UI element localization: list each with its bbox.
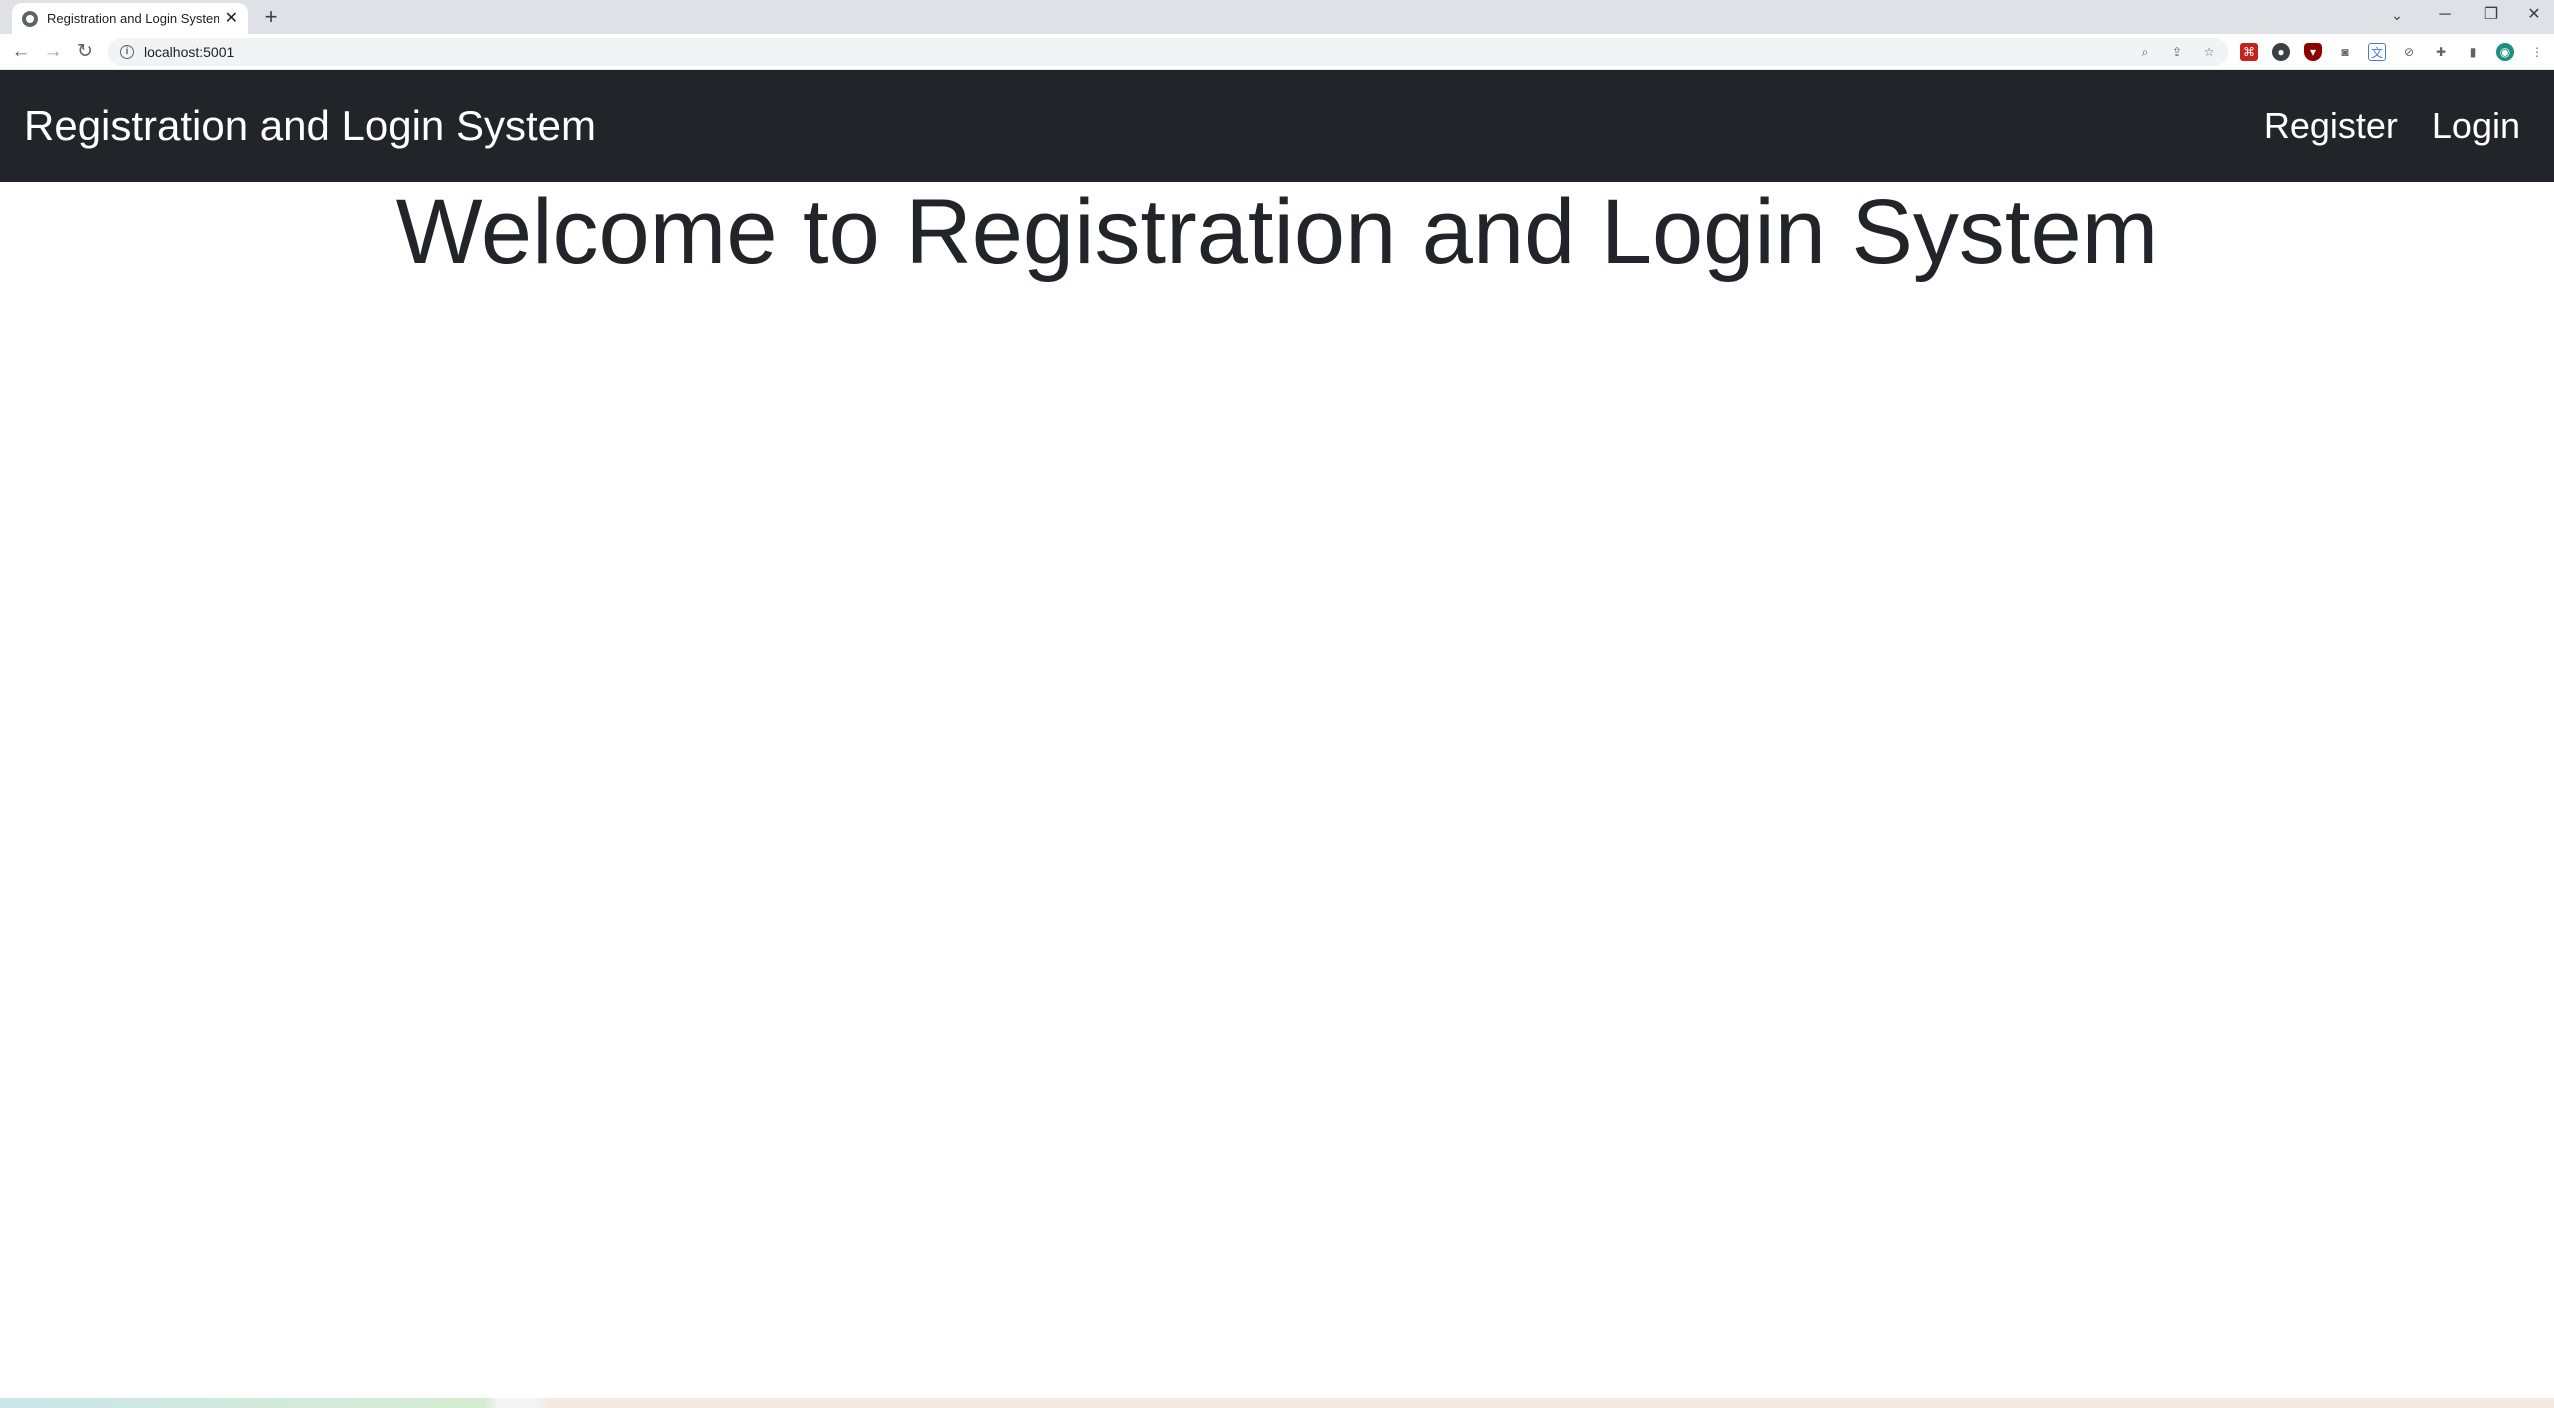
tab-close-icon[interactable]: ✕ [225,10,238,27]
app-navbar: Registration and Login System Register L… [0,70,2554,182]
extension-icon[interactable]: ● [2272,43,2290,61]
menu-kebab-icon[interactable]: ⋮ [2528,43,2546,61]
puzzle-extensions-icon[interactable]: ✚ [2432,43,2450,61]
ublock-extension-icon[interactable]: ▾ [2304,43,2322,61]
translate-extension-icon[interactable]: 文 [2368,43,2386,61]
back-button[interactable]: ← [8,39,34,65]
nav-links: Register Login [2264,70,2520,182]
close-window-button[interactable]: ✕ [2514,0,2554,30]
login-link[interactable]: Login [2432,105,2520,147]
navbar-brand[interactable]: Registration and Login System [24,70,596,182]
side-panel-icon[interactable]: ▮ [2464,43,2482,61]
extension-icon[interactable]: ⊘ [2400,43,2418,61]
url-text: localhost:5001 [144,44,235,60]
share-icon[interactable]: ⇪ [2168,43,2186,61]
bookmark-star-icon[interactable]: ☆ [2200,43,2218,61]
pdf-extension-icon[interactable]: ⌘ [2240,43,2258,61]
browser-tab-strip: Registration and Login System ✕ + ⌄ ─ ❐ … [0,0,2554,34]
forward-button[interactable]: → [40,39,66,65]
globe-icon [22,10,38,27]
minimize-button[interactable]: ─ [2422,0,2468,30]
profile-avatar-icon[interactable]: ◉ [2496,43,2514,61]
browser-toolbar: ← → ↻ i localhost:5001 ⌕ ⇪ ☆ ⌘ ● ▾ ◙ 文 ⊘… [0,34,2554,70]
camera-extension-icon[interactable]: ◙ [2336,43,2354,61]
reload-button[interactable]: ↻ [72,39,98,65]
register-link[interactable]: Register [2264,105,2398,147]
address-bar[interactable]: i localhost:5001 [108,38,2228,66]
site-info-icon[interactable]: i [120,45,134,59]
restore-button[interactable]: ❐ [2468,0,2514,30]
new-tab-button[interactable]: + [258,4,284,30]
tab-search-icon[interactable]: ⌄ [2374,0,2420,30]
os-taskbar [0,1398,2554,1408]
tab-title: Registration and Login System [47,11,219,26]
page-title: Welcome to Registration and Login System [395,181,2159,283]
zoom-icon[interactable]: ⌕ [2136,43,2154,61]
browser-tab[interactable]: Registration and Login System ✕ [12,3,248,34]
